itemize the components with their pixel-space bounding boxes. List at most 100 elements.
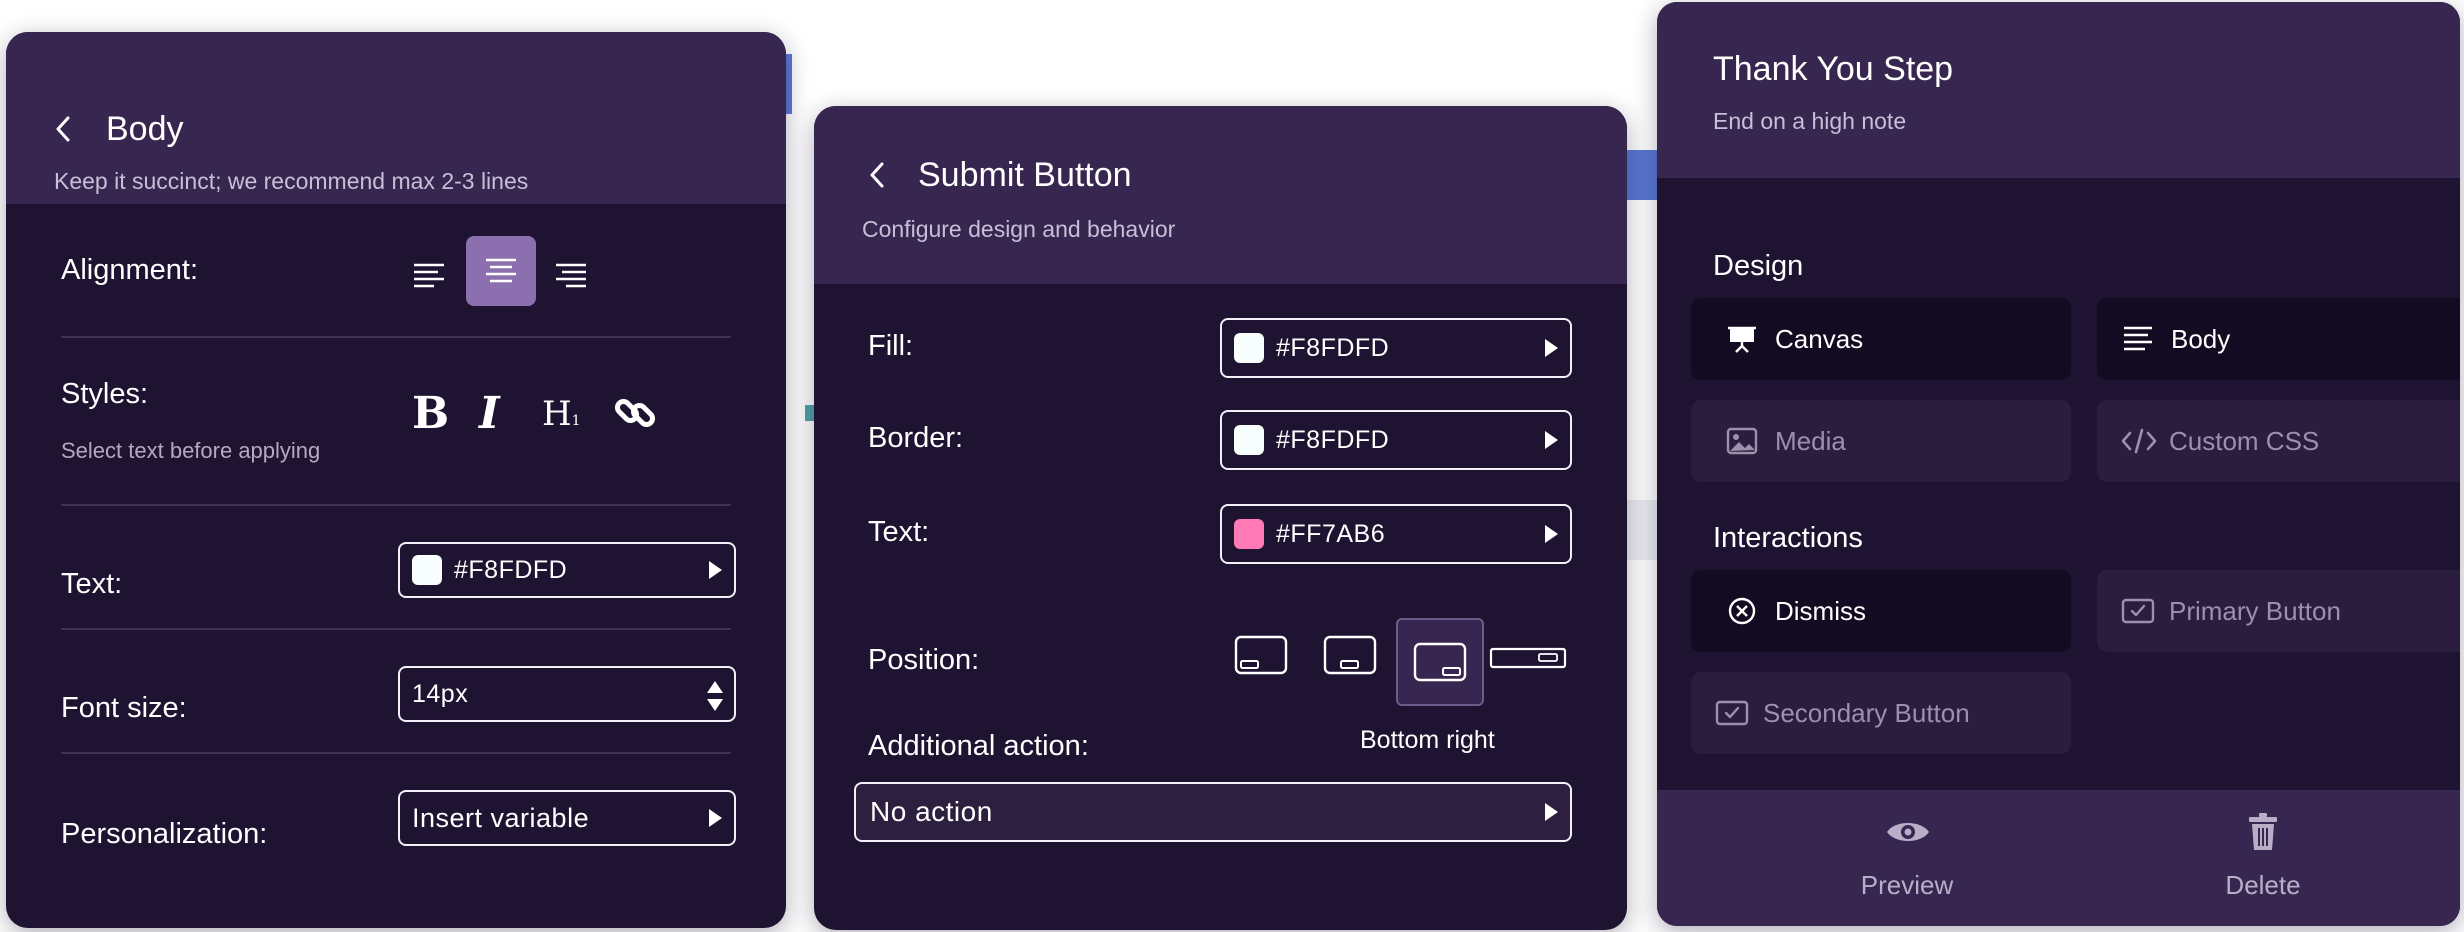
fill-color-value: #F8FDFD [1276,333,1390,362]
background-sliver-teal [805,405,814,421]
personalization-label: Personalization: [61,818,268,850]
panel-subtitle: Configure design and behavior [862,216,1176,242]
expand-arrow-icon [709,809,722,827]
text-color-label: Text: [868,516,930,548]
position-bottom-center-icon[interactable] [1321,632,1379,678]
bold-icon[interactable]: B [404,384,454,440]
text-color-picker[interactable]: #F8FDFD [398,542,736,598]
panel-subtitle: Keep it succinct; we recommend max 2-3 l… [54,168,529,194]
design-heading: Design [1713,250,1804,282]
expand-arrow-icon [1545,339,1558,357]
fill-color-swatch [1234,333,1264,363]
thank-you-step-panel: Thank You Step End on a high note Design… [1657,2,2460,926]
design-item-body[interactable]: Body [2097,298,2460,380]
background-sliver-blue-1 [785,54,792,114]
interaction-item-label: Dismiss [1775,595,1866,626]
eye-icon [1885,814,1931,850]
interaction-item-label: Secondary Button [1763,697,1970,728]
align-center-icon[interactable] [466,236,536,306]
additional-action-label: Additional action: [868,730,1089,762]
canvas-icon [1725,322,1759,356]
design-item-canvas[interactable]: Canvas [1691,298,2071,380]
text-color-swatch [412,555,442,585]
link-icon[interactable] [610,388,660,438]
panel-title: Thank You Step [1713,50,1954,88]
checkbox-icon [2119,594,2157,628]
back-chevron-icon[interactable] [864,158,890,192]
align-right-icon[interactable] [546,254,596,298]
fill-color-picker[interactable]: #F8FDFD [1220,318,1572,378]
design-item-custom-css[interactable]: Custom CSS [2097,400,2460,482]
divider [61,628,731,630]
svg-text:I: I [477,390,501,434]
border-label: Border: [868,422,964,454]
divider [61,752,731,754]
text-color-swatch [1234,519,1264,549]
position-bottom-left-icon[interactable] [1232,632,1290,678]
dismiss-icon [1725,594,1759,628]
back-chevron-icon[interactable] [50,112,76,146]
preview-label: Preview [1860,870,1954,900]
position-full-width-icon[interactable] [1488,644,1568,672]
svg-text:B: B [412,390,449,434]
fill-label: Fill: [868,330,914,362]
design-item-media[interactable]: Media [1691,400,2071,482]
heading-sub: 1 [571,413,581,429]
submit-button-panel: Submit Button Configure design and behav… [814,106,1627,930]
text-color-value: #FF7AB6 [1276,519,1386,548]
insert-variable-select[interactable]: Insert variable [398,790,736,846]
styles-label: Styles: [61,378,149,410]
expand-arrow-icon [1545,431,1558,449]
preview-button[interactable]: Preview [1807,810,2007,910]
interaction-item-secondary-button[interactable]: Secondary Button [1691,672,2071,754]
interaction-item-label: Primary Button [2169,595,2341,626]
alignment-label: Alignment: [61,254,199,286]
position-label: Position: [868,644,980,676]
step-panel-footer: Preview Delete [1657,790,2460,926]
expand-arrow-icon [709,561,722,579]
divider [61,504,731,506]
panel-title: Body [106,110,184,148]
heading-icon[interactable]: H1 [542,394,588,438]
background-sliver-blue-2 [1627,150,1657,200]
panel-title: Submit Button [918,156,1132,194]
text-color-picker[interactable]: #FF7AB6 [1220,504,1572,564]
image-icon [1725,424,1759,458]
font-size-label: Font size: [61,692,187,724]
additional-action-select[interactable]: No action [854,782,1572,842]
font-size-value: 14px [412,679,469,708]
additional-action-value: No action [870,796,993,827]
design-item-label: Custom CSS [2169,425,2320,456]
interaction-item-dismiss[interactable]: Dismiss [1691,570,2071,652]
expand-arrow-icon [1545,525,1558,543]
delete-button[interactable]: Delete [2163,810,2363,910]
checkbox-icon [1713,696,1751,730]
font-size-stepper[interactable]: 14px [398,666,736,722]
body-panel-header: Body Keep it succinct; we recommend max … [6,32,786,204]
insert-variable-value: Insert variable [412,802,590,833]
background-sliver-grey [1627,500,1657,560]
delete-label: Delete [2225,870,2301,900]
trash-icon [2245,810,2281,854]
interaction-item-primary-button[interactable]: Primary Button [2097,570,2460,652]
italic-icon[interactable]: I [472,384,512,440]
stepper-arrows-icon[interactable] [704,678,726,714]
interactions-heading: Interactions [1713,522,1863,554]
border-color-picker[interactable]: #F8FDFD [1220,410,1572,470]
styles-hint: Select text before applying [61,438,321,463]
step-panel-header: Thank You Step End on a high note [1657,2,2460,178]
divider [61,336,731,338]
panel-subtitle: End on a high note [1713,108,1907,134]
border-color-swatch [1234,425,1264,455]
code-icon [2119,424,2159,458]
text-color-label: Text: [61,568,123,600]
submit-panel-header: Submit Button Configure design and behav… [814,106,1627,284]
position-caption: Bottom right [1360,726,1495,754]
align-left-icon[interactable] [404,254,454,298]
position-bottom-right-icon[interactable] [1396,618,1484,706]
text-color-value: #F8FDFD [454,555,568,584]
expand-arrow-icon [1545,803,1558,821]
body-text-icon [2121,322,2155,356]
design-item-label: Body [2171,323,2231,354]
body-panel: Body Keep it succinct; we recommend max … [6,32,786,928]
